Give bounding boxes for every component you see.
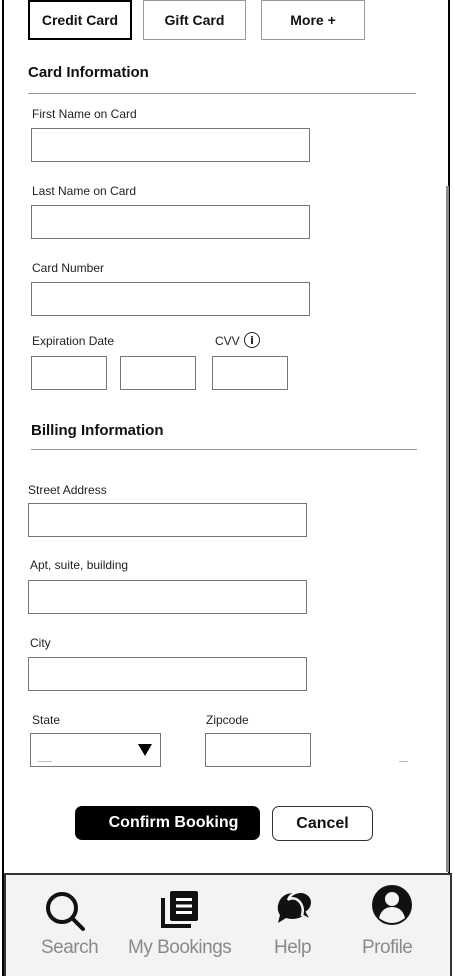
city-label: City [30, 636, 51, 650]
expiration-date-label: Expiration Date [32, 334, 115, 348]
info-icon[interactable]: i [244, 332, 260, 348]
nav-label-help: Help [274, 937, 312, 958]
nav-item-search[interactable]: Search [32, 875, 112, 975]
first-name-field[interactable] [31, 128, 310, 162]
state-select-placeholder [38, 761, 52, 762]
last-name-label: Last Name on Card [32, 184, 137, 198]
street-address-field[interactable] [28, 503, 307, 537]
first-name-label: First Name on Card [32, 107, 137, 121]
card-section-divider [28, 93, 416, 94]
dropdown-arrow-icon[interactable] [138, 744, 152, 756]
state-label: State [32, 713, 61, 727]
confirm-booking-button[interactable]: Confirm Booking [75, 806, 260, 840]
card-information-heading: Card Information [28, 64, 149, 81]
apt-suite-field[interactable] [28, 580, 307, 614]
nav-item-help[interactable]: Help [262, 875, 322, 975]
apt-suite-label: Apt, suite, building [30, 558, 129, 572]
zipcode-label: Zipcode [206, 713, 249, 727]
zipcode-field[interactable] [205, 733, 311, 767]
nav-label-my-bookings: My Bookings [128, 937, 232, 958]
billing-section-divider [31, 449, 417, 450]
expiration-month-field[interactable] [31, 356, 107, 390]
nav-item-my-bookings[interactable]: My Bookings [124, 875, 236, 975]
nav-label-search: Search [41, 937, 99, 958]
card-number-label: Card Number [32, 261, 105, 275]
card-number-field[interactable] [31, 282, 310, 316]
last-name-field[interactable] [31, 205, 310, 239]
cvv-field[interactable] [212, 356, 288, 390]
nav-label-profile: Profile [362, 937, 413, 958]
stray-mark [399, 761, 408, 762]
tab-more[interactable]: More + [261, 0, 365, 40]
scrollbar[interactable] [446, 186, 449, 872]
bottom-navigation: Search My Bookings Help Profile [4, 873, 452, 976]
search-icon [46, 892, 85, 931]
billing-information-heading: Billing Information [31, 422, 164, 439]
city-field[interactable] [28, 657, 307, 691]
bookings-icon [161, 891, 198, 928]
tab-credit-card[interactable]: Credit Card [28, 0, 132, 40]
expiration-year-field[interactable] [120, 356, 196, 390]
profile-icon [372, 885, 412, 925]
street-address-label: Street Address [28, 483, 107, 497]
help-chat-icon [277, 890, 314, 923]
cvv-label: CVV [215, 334, 240, 348]
cancel-button[interactable]: Cancel [272, 806, 373, 841]
nav-item-profile[interactable]: Profile [356, 875, 426, 975]
tab-gift-card[interactable]: Gift Card [143, 0, 246, 40]
